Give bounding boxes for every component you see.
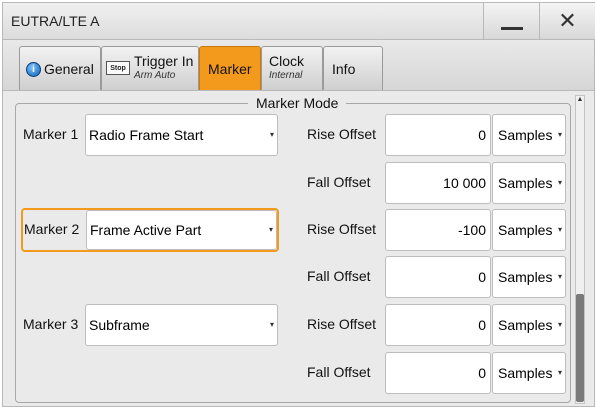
marker-2-fall-offset-label: Fall Offset (307, 268, 371, 284)
marker-2-label: Marker 2 (24, 221, 80, 237)
group-title: Marker Mode (248, 95, 347, 111)
marker-1-fall-offset-input[interactable]: 10 000 (385, 162, 491, 204)
unit-value: Samples (498, 175, 553, 191)
title-bar: EUTRA/LTE A ✕ (2, 2, 595, 40)
minimize-icon (500, 26, 523, 30)
tab-trigger-in-sub: Arm Auto (134, 70, 176, 81)
chevron-down-icon: ▾ (557, 368, 562, 377)
marker-2-rise-offset-value: -100 (457, 222, 486, 238)
marker-3-fall-offset-value: 0 (478, 365, 486, 381)
marker-3-fall-offset-label: Fall Offset (307, 364, 371, 380)
tab-clock-sub: Internal (269, 70, 303, 81)
chevron-down-icon: ▾ (557, 272, 562, 281)
marker-3-rise-offset-unit-select[interactable]: Samples ▾ (492, 304, 566, 346)
marker-3-mode-select[interactable]: Subframe ▾ (85, 304, 278, 346)
stop-icon: Stop (106, 61, 130, 75)
marker-1-mode-value: Radio Frame Start (89, 127, 204, 143)
chevron-down-icon: ▾ (557, 320, 562, 329)
marker-2-rise-offset-label: Rise Offset (307, 221, 376, 237)
tab-marker[interactable]: Marker (199, 46, 261, 90)
marker-1-rise-offset-value: 0 (478, 127, 486, 143)
close-button[interactable]: ✕ (539, 3, 595, 39)
close-icon: ✕ (558, 8, 577, 33)
marker-3-rise-offset-input[interactable]: 0 (385, 304, 491, 346)
tab-strip: i General Stop Trigger In Arm Auto Marke… (2, 40, 595, 90)
chevron-down-icon: ▾ (557, 130, 562, 139)
tab-info[interactable]: Info (323, 46, 383, 90)
marker-1-rise-offset-label: Rise Offset (307, 126, 376, 142)
unit-value: Samples (498, 127, 553, 143)
unit-value: Samples (498, 317, 553, 333)
minimize-button[interactable] (483, 3, 539, 39)
eutra-lte-window: EUTRA/LTE A ✕ i General Stop Trigger In … (0, 0, 597, 407)
tab-marker-label: Marker (208, 61, 252, 77)
marker-2-fall-offset-value: 0 (478, 269, 486, 285)
chevron-down-icon: ▾ (557, 225, 562, 234)
marker-1-fall-offset-value: 10 000 (443, 175, 486, 191)
tab-info-label: Info (332, 61, 356, 77)
window-title: EUTRA/LTE A (11, 13, 100, 29)
marker-3-mode-value: Subframe (89, 317, 150, 333)
marker-2-mode-value: Frame Active Part (90, 222, 202, 238)
tab-general[interactable]: i General (19, 46, 101, 90)
marker-3-fall-offset-input[interactable]: 0 (385, 352, 491, 394)
chevron-down-icon: ▾ (268, 225, 273, 234)
tab-general-label: General (44, 61, 94, 77)
marker-3-rise-offset-value: 0 (478, 317, 486, 333)
scroll-thumb[interactable] (576, 294, 584, 402)
unit-value: Samples (498, 222, 553, 238)
marker-3-label: Marker 3 (23, 316, 79, 332)
marker-2-rise-offset-input[interactable]: -100 (385, 209, 491, 251)
marker-1-fall-offset-unit-select[interactable]: Samples ▾ (492, 162, 566, 204)
tab-trigger-in-label: Trigger In (134, 53, 194, 69)
marker-3-fall-offset-unit-select[interactable]: Samples ▾ (492, 352, 566, 394)
marker-2-mode-select[interactable]: Frame Active Part ▾ (86, 210, 277, 250)
info-icon: i (26, 62, 41, 77)
unit-value: Samples (498, 365, 553, 381)
scroll-up-icon[interactable]: ▲ (576, 96, 584, 106)
marker-1-mode-select[interactable]: Radio Frame Start ▾ (85, 114, 278, 156)
marker-1-rise-offset-input[interactable]: 0 (385, 114, 491, 156)
chevron-down-icon: ▾ (269, 320, 274, 329)
marker-3-rise-offset-label: Rise Offset (307, 316, 376, 332)
tab-clock[interactable]: Clock Internal (261, 46, 323, 90)
unit-value: Samples (498, 269, 553, 285)
marker-2-fall-offset-input[interactable]: 0 (385, 256, 491, 298)
tab-trigger-in[interactable]: Stop Trigger In Arm Auto (101, 46, 199, 90)
marker-1-fall-offset-label: Fall Offset (307, 174, 371, 190)
chevron-down-icon: ▾ (557, 178, 562, 187)
marker-1-rise-offset-unit-select[interactable]: Samples ▾ (492, 114, 566, 156)
tab-clock-label: Clock (269, 53, 305, 69)
marker-1-label: Marker 1 (23, 126, 79, 142)
marker-2-fall-offset-unit-select[interactable]: Samples ▾ (492, 256, 566, 298)
chevron-down-icon: ▾ (269, 130, 274, 139)
vertical-scrollbar[interactable]: ▲ (575, 95, 585, 404)
marker-2-rise-offset-unit-select[interactable]: Samples ▾ (492, 209, 566, 251)
